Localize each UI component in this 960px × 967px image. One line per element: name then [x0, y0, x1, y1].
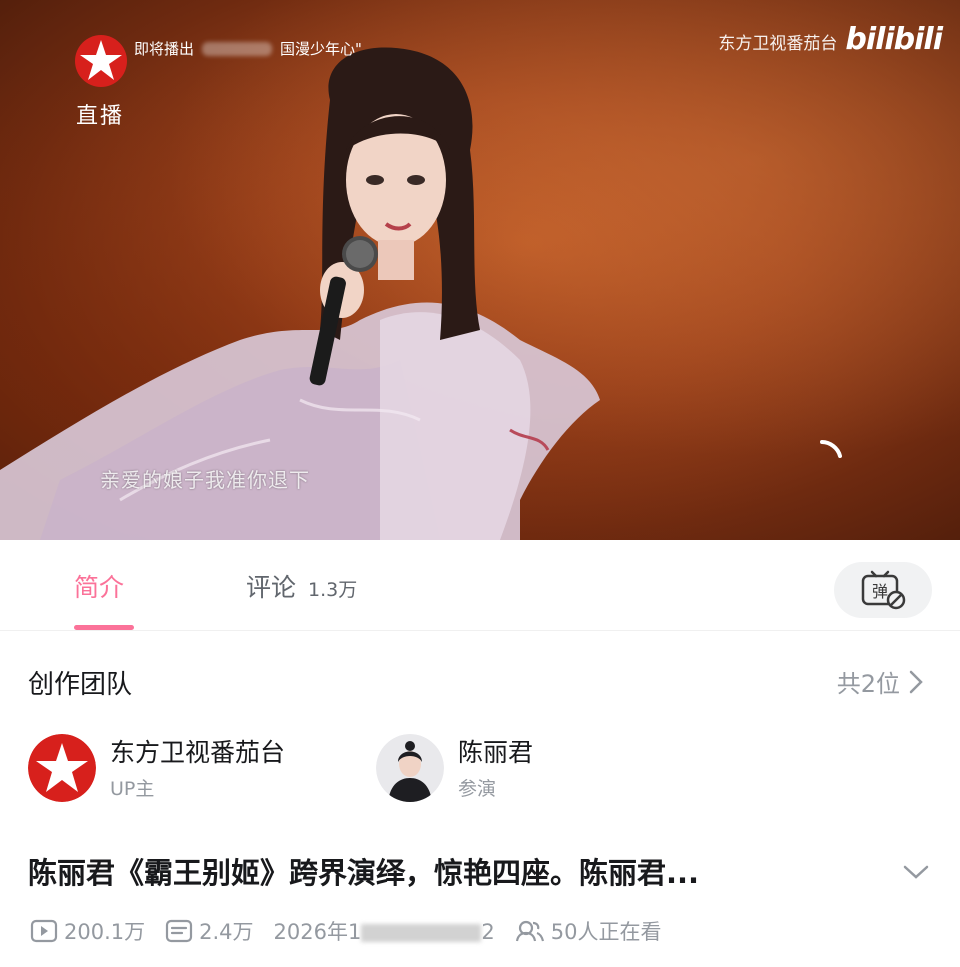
avatar	[28, 734, 96, 802]
comments-count: 1.3万	[308, 579, 358, 601]
loading-spinner-icon	[820, 440, 842, 458]
watching-now: 50人正在看	[515, 916, 662, 946]
person-avatar-image	[376, 734, 444, 802]
lyric-subtitle: 亲爱的娘子我准你退下	[100, 468, 310, 492]
publish-date: 2026年1 2	[274, 916, 495, 946]
creator-role: UP主	[110, 777, 155, 800]
station-name: 东方卫视番茄台	[718, 34, 838, 54]
danmaku-off-icon: 弹	[861, 570, 906, 610]
blurred-text	[361, 924, 482, 942]
upcoming-show: 国漫少年心"	[280, 40, 362, 58]
tab-bar: 简介 评论 1.3万 弹	[0, 540, 960, 631]
play-count: 200.1万	[30, 916, 145, 946]
station-watermark: 东方卫视番茄台 bilibili	[718, 22, 943, 57]
tab-comments-label: 评论	[246, 573, 297, 602]
tab-comments[interactable]: 评论 1.3万	[246, 568, 357, 604]
publish-date-suffix: 2	[481, 920, 495, 944]
viewers-icon	[515, 920, 544, 942]
creator-role: 参演	[458, 777, 497, 800]
play-count-icon	[30, 919, 58, 943]
creator-card[interactable]: 陈丽君 参演	[376, 734, 533, 802]
video-player[interactable]: 直播 即将播出 国漫少年心" 东方卫视番茄台 bilibili 亲爱的娘子我准你…	[0, 0, 960, 540]
channel-star-logo	[28, 734, 96, 802]
watching-now-value: 50人正在看	[550, 920, 662, 944]
publish-date-prefix: 2026年1	[273, 920, 362, 944]
creative-team-title: 创作团队	[28, 670, 133, 700]
team-count-label: 共2位	[836, 670, 900, 698]
upcoming-banner: 即将播出 国漫少年心"	[134, 38, 362, 59]
blurred-text	[202, 41, 273, 56]
bilibili-logo: bilibili	[845, 22, 943, 57]
video-stats: 200.1万 2.4万 2026年1 2 50人正在看	[30, 914, 681, 948]
play-count-value: 200.1万	[64, 920, 146, 944]
creator-name: 陈丽君	[458, 737, 534, 767]
tab-intro[interactable]: 简介	[74, 568, 124, 604]
live-label: 直播	[76, 104, 125, 129]
svg-text:弹: 弹	[872, 582, 888, 601]
active-tab-indicator	[74, 625, 134, 630]
creator-card[interactable]: 东方卫视番茄台 UP主	[28, 734, 285, 802]
chevron-down-icon[interactable]	[902, 862, 930, 882]
channel-star-logo	[75, 35, 127, 87]
danmaku-count-value: 2.4万	[199, 920, 254, 944]
creator-name: 东方卫视番茄台	[110, 737, 286, 767]
team-count-link[interactable]: 共2位	[837, 664, 924, 699]
danmaku-count-icon	[166, 919, 193, 943]
video-title: 陈丽君《霸王别姬》跨界演绎，惊艳四座。陈丽君...	[28, 856, 700, 890]
upcoming-prefix: 即将播出	[134, 40, 195, 58]
danmaku-count: 2.4万	[165, 916, 254, 946]
danmaku-toggle-button[interactable]: 弹	[834, 562, 932, 618]
avatar	[376, 734, 444, 802]
chevron-right-icon	[909, 670, 923, 693]
